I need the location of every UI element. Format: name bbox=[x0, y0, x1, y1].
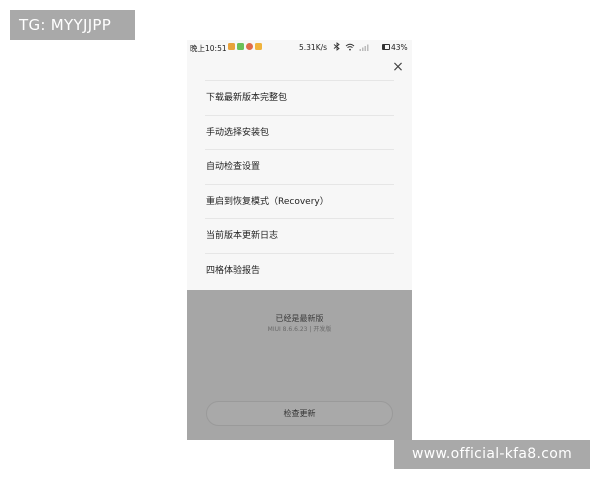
close-icon[interactable]: × bbox=[391, 60, 405, 74]
update-status-panel: 已经是最新版 MIUI 8.6.6.23 | 开发版 检查更新 bbox=[187, 290, 412, 440]
options-menu: 下载最新版本完整包 手动选择安装包 自动检查设置 重启到恢复模式（Recover… bbox=[187, 80, 412, 287]
app-icon bbox=[237, 43, 244, 50]
bluetooth-icon bbox=[333, 42, 340, 51]
network-speed: 5.31K/s bbox=[299, 43, 328, 52]
battery-level: 43% bbox=[391, 43, 408, 52]
watermark-top-left: TG: MYYJJPP bbox=[10, 10, 135, 40]
signal-icon bbox=[359, 44, 369, 51]
status-bar: 晚上10:51 5.31K/s 43% bbox=[187, 40, 412, 56]
menu-item-reboot-recovery[interactable]: 重启到恢复模式（Recovery） bbox=[205, 183, 394, 219]
watermark-bottom-right: www.official-kfa8.com bbox=[394, 440, 590, 469]
menu-item-auto-check-settings[interactable]: 自动检查设置 bbox=[205, 149, 394, 184]
version-text: MIUI 8.6.6.23 | 开发版 bbox=[267, 326, 332, 333]
app-icon bbox=[246, 43, 253, 50]
phone-screen: 晚上10:51 5.31K/s 43% × 下载最新版本完整包 手动选择安装包 … bbox=[187, 40, 412, 440]
status-time: 晚上10:51 bbox=[190, 44, 227, 53]
battery-icon bbox=[382, 44, 390, 50]
menu-item-changelog[interactable]: 当前版本更新日志 bbox=[205, 218, 394, 253]
app-icon bbox=[255, 43, 262, 50]
menu-item-experience-report[interactable]: 四格体验报告 bbox=[205, 252, 394, 288]
app-icon bbox=[228, 43, 235, 50]
menu-item-download-full-package[interactable]: 下载最新版本完整包 bbox=[205, 80, 394, 115]
wifi-icon bbox=[345, 43, 355, 50]
status-app-icons bbox=[228, 43, 262, 50]
menu-item-manual-select-package[interactable]: 手动选择安装包 bbox=[205, 114, 394, 150]
update-status-text: 已经是最新版 bbox=[275, 314, 324, 323]
check-update-button[interactable]: 检查更新 bbox=[206, 401, 393, 426]
